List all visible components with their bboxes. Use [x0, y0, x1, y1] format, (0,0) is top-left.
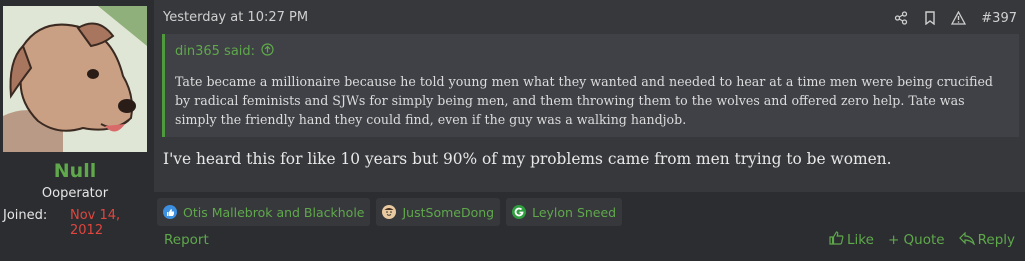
thumbs-up-icon	[829, 231, 844, 249]
g-icon	[512, 205, 527, 219]
reaction-face-label[interactable]: JustSomeDong	[402, 205, 494, 220]
post-header-actions: #397	[892, 8, 1017, 28]
reaction-like[interactable]: Otis Mallebrok and Blackhole	[157, 198, 371, 226]
face-icon	[382, 205, 397, 219]
user-sidebar: Null Ooperator Joined: Nov 14, 2012	[0, 0, 154, 261]
report-link[interactable]: Report	[164, 232, 209, 248]
post-footer-actions: Like + Quote Reply	[829, 231, 1015, 249]
reactions-bar: Otis Mallebrok and Blackhole JustSomeDon…	[157, 198, 623, 226]
avatar[interactable]	[3, 6, 147, 152]
post-number[interactable]: #397	[981, 11, 1017, 26]
username[interactable]: Null	[0, 160, 150, 182]
warning-icon[interactable]	[950, 10, 967, 27]
quote-author[interactable]: din365 said:	[175, 44, 255, 59]
reaction-g[interactable]: Leylon Sneed	[506, 198, 623, 226]
share-icon[interactable]	[892, 10, 909, 27]
dog-avatar-image	[3, 6, 147, 152]
reply-icon	[958, 231, 975, 249]
reply-label[interactable]: Reply	[978, 232, 1015, 248]
arrow-up-circle-icon[interactable]	[261, 43, 274, 60]
quote-label[interactable]: + Quote	[888, 232, 945, 248]
reaction-like-label[interactable]: Otis Mallebrok and Blackhole	[183, 205, 364, 220]
like-label[interactable]: Like	[847, 232, 874, 248]
joined-label: Joined:	[3, 208, 48, 223]
post-date[interactable]: Yesterday at 10:27 PM	[163, 10, 308, 25]
like-icon	[163, 205, 177, 219]
quote-header[interactable]: din365 said:	[175, 43, 274, 60]
message-body: Yesterday at 10:27 PM #397 din365 said: …	[154, 0, 1025, 192]
reaction-face[interactable]: JustSomeDong	[376, 198, 501, 226]
reaction-g-label[interactable]: Leylon Sneed	[532, 205, 616, 220]
like-button[interactable]: Like	[829, 231, 874, 249]
joined-date: Nov 14, 2012	[70, 208, 121, 238]
quote-button[interactable]: + Quote	[888, 231, 945, 249]
quote-text: Tate became a millionaire because he tol…	[175, 74, 993, 127]
quote-block: din365 said: Tate became a millionaire b…	[162, 34, 1019, 137]
user-title: Ooperator	[41, 186, 109, 201]
reply-button[interactable]: Reply	[958, 231, 1015, 249]
message-text: I've heard this for like 10 years but 90…	[163, 150, 892, 168]
bookmark-icon[interactable]	[921, 10, 938, 27]
forum-post: Null Ooperator Joined: Nov 14, 2012 Yest…	[0, 0, 1025, 261]
